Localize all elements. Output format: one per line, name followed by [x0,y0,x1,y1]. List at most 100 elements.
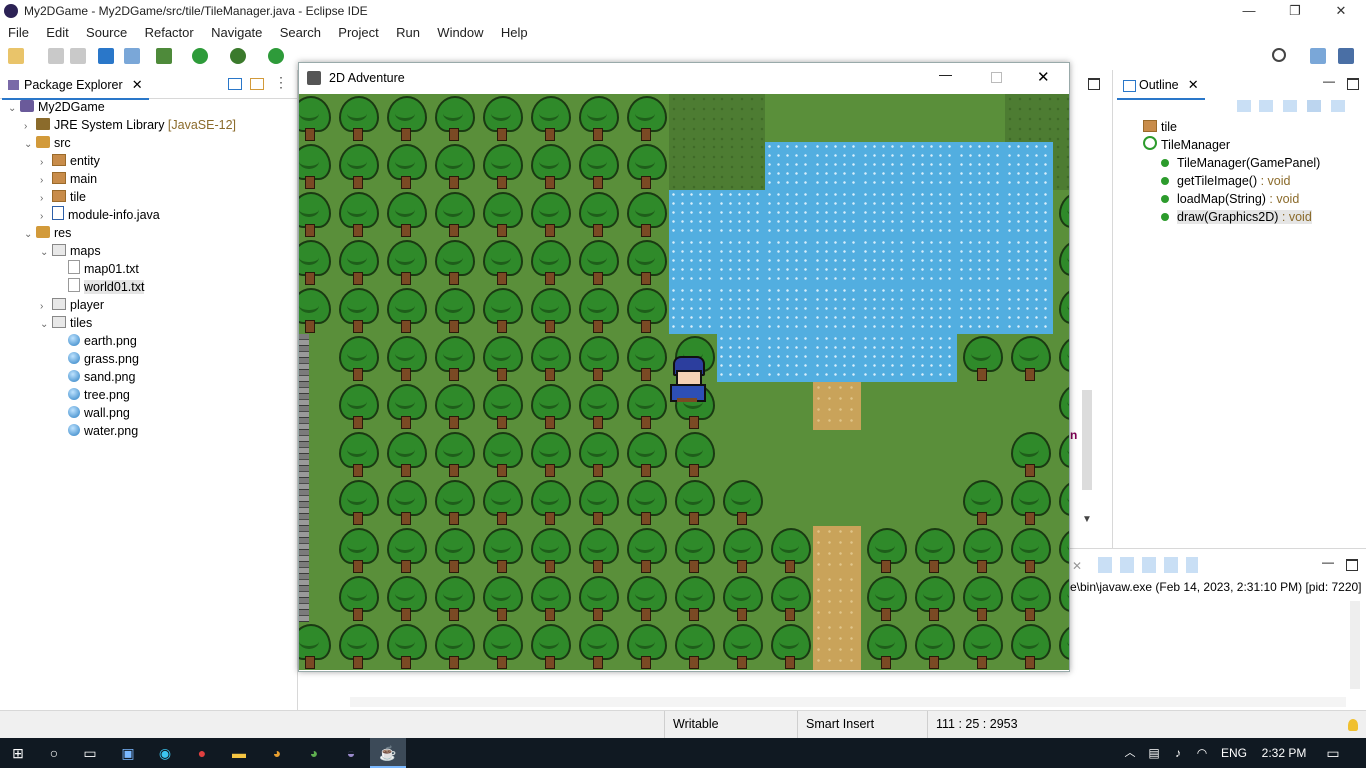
new-icon[interactable] [8,48,24,64]
tree-item[interactable]: earth.png [56,332,137,350]
sort-icon[interactable] [1237,100,1251,112]
tree-item[interactable]: › main [40,170,97,188]
run-icon[interactable] [192,48,208,64]
tree-item[interactable]: sand.png [56,368,135,386]
menu-project[interactable]: Project [330,22,384,40]
skip-breakpoints-icon[interactable] [124,48,140,64]
clock[interactable]: 2:32 PM [1256,738,1312,768]
hide-static-icon[interactable] [1283,100,1297,112]
editor-maximize-icon[interactable] [1088,78,1100,90]
console-close-icon[interactable]: ✕ [1072,559,1082,573]
tree-item[interactable]: wall.png [56,404,130,422]
eclipse-taskbar-icon[interactable]: ◒ [333,738,369,768]
link-editor-icon[interactable] [250,78,264,90]
volume-icon[interactable]: ♪ [1166,738,1190,768]
game-canvas[interactable] [299,94,1069,670]
notifications-icon[interactable]: ▭ [1320,738,1346,768]
menu-window[interactable]: Window [429,22,489,40]
tree-item[interactable]: › module-info.java [40,206,160,224]
console-vertical-scrollbar[interactable] [1350,601,1360,689]
expanded-chevron-icon[interactable]: ⌄ [40,244,52,262]
terminal-icon[interactable] [98,48,114,64]
outline-item[interactable]: draw(Graphics2D) : void [1161,208,1312,226]
chrome-profile-icon[interactable]: ◕ [296,738,332,768]
task-view-icon[interactable]: ▭ [72,738,108,768]
tree-item[interactable]: ⌄ src [24,134,71,152]
console-toolbar-icons[interactable] [1098,557,1198,573]
tree-item[interactable]: tree.png [56,386,130,404]
file-explorer-icon[interactable]: ▬ [221,738,257,768]
open-perspective-icon[interactable] [1310,48,1326,64]
close-outline-icon[interactable]: ✕ [1188,72,1199,98]
tree-item[interactable]: ⌄ res [24,224,71,242]
save-all-icon[interactable] [70,48,86,64]
collapse-all-icon[interactable] [228,78,242,90]
java-app-taskbar-icon[interactable]: ☕ [370,738,406,768]
menu-file[interactable]: File [0,22,35,40]
tab-package-explorer[interactable]: Package Explorer ✕ [2,72,149,100]
maximize-button[interactable]: ❐ [1272,0,1318,22]
chrome-icon[interactable]: ◕ [259,738,295,768]
expanded-chevron-icon[interactable]: ⌄ [24,136,36,154]
close-button[interactable]: ✕ [1318,0,1364,22]
wifi-icon[interactable]: ◠ [1190,738,1214,768]
tree-item[interactable]: map01.txt [56,260,139,278]
tab-outline[interactable]: Outline ✕ [1117,72,1205,100]
tray-chevron-icon[interactable]: ︿ [1118,738,1142,768]
coverage-icon[interactable] [230,48,246,64]
menu-search[interactable]: Search [272,22,327,40]
tree-item[interactable]: › player [40,296,104,314]
console-minimize-icon[interactable]: — [1322,555,1334,569]
game-window[interactable]: 2D Adventure — ✕ [298,62,1070,672]
console-maximize-icon[interactable] [1346,559,1358,571]
start-icon[interactable]: ⊞ [0,738,36,768]
tree-item[interactable]: ⌄ maps [40,242,101,260]
language-indicator[interactable]: ENG [1218,738,1250,768]
outline-minimize-icon[interactable]: — [1323,74,1335,88]
hide-fields-icon[interactable] [1259,100,1273,112]
expanded-chevron-icon[interactable]: ⌄ [40,316,52,334]
tree-item[interactable]: water.png [56,422,138,440]
java-perspective-icon[interactable] [1338,48,1354,64]
tree-item[interactable]: ⌄ tiles [40,314,92,332]
hide-nonpublic-icon[interactable] [1307,100,1321,112]
menu-navigate[interactable]: Navigate [203,22,268,40]
game-maximize-button[interactable] [991,72,1002,83]
menu-edit[interactable]: Edit [38,22,74,40]
outline-item[interactable]: getTileImage() : void [1161,172,1290,190]
minimize-button[interactable]: — [1226,0,1272,22]
app-icon[interactable]: ● [184,738,220,768]
tree-item[interactable]: › JRE System Library [JavaSE-12] [24,116,236,134]
tip-bulb-icon[interactable] [1348,719,1358,731]
outline-item[interactable]: TileManager(GamePanel) [1161,154,1320,172]
tree-item[interactable]: world01.txt [56,278,145,296]
menu-refactor[interactable]: Refactor [137,22,200,40]
outline-maximize-icon[interactable] [1347,78,1359,90]
outline-item[interactable]: loadMap(String) : void [1161,190,1299,208]
editor-scrollbar[interactable] [1082,390,1092,490]
menu-run[interactable]: Run [388,22,426,40]
network-icon[interactable]: ▤ [1142,738,1166,768]
focus-active-icon[interactable] [1331,100,1345,112]
menu-help[interactable]: Help [493,22,534,40]
external-tools-icon[interactable] [268,48,284,64]
expanded-chevron-icon[interactable]: ⌄ [8,100,20,118]
tree-item[interactable]: › tile [40,188,86,206]
view-menu-icon[interactable]: ⋮ [274,74,288,91]
scroll-down-icon[interactable]: ▼ [1082,514,1092,525]
game-close-button[interactable]: ✕ [1037,68,1050,86]
game-minimize-button[interactable]: — [939,67,952,82]
tree-item[interactable]: › entity [40,152,100,170]
outline-item[interactable]: tile [1143,118,1177,136]
close-tab-icon[interactable]: ✕ [132,72,143,98]
search-icon[interactable] [1272,48,1286,62]
store-icon[interactable]: ▣ [110,738,146,768]
expanded-chevron-icon[interactable]: ⌄ [24,226,36,244]
outline-item[interactable]: TileManager [1143,136,1230,154]
console-horizontal-scrollbar[interactable] [350,697,1346,707]
edge-icon[interactable]: ◉ [147,738,183,768]
tree-item[interactable]: ⌄ My2DGame [8,98,105,116]
menu-source[interactable]: Source [78,22,133,40]
debug-icon[interactable] [156,48,172,64]
tree-item[interactable]: grass.png [56,350,139,368]
